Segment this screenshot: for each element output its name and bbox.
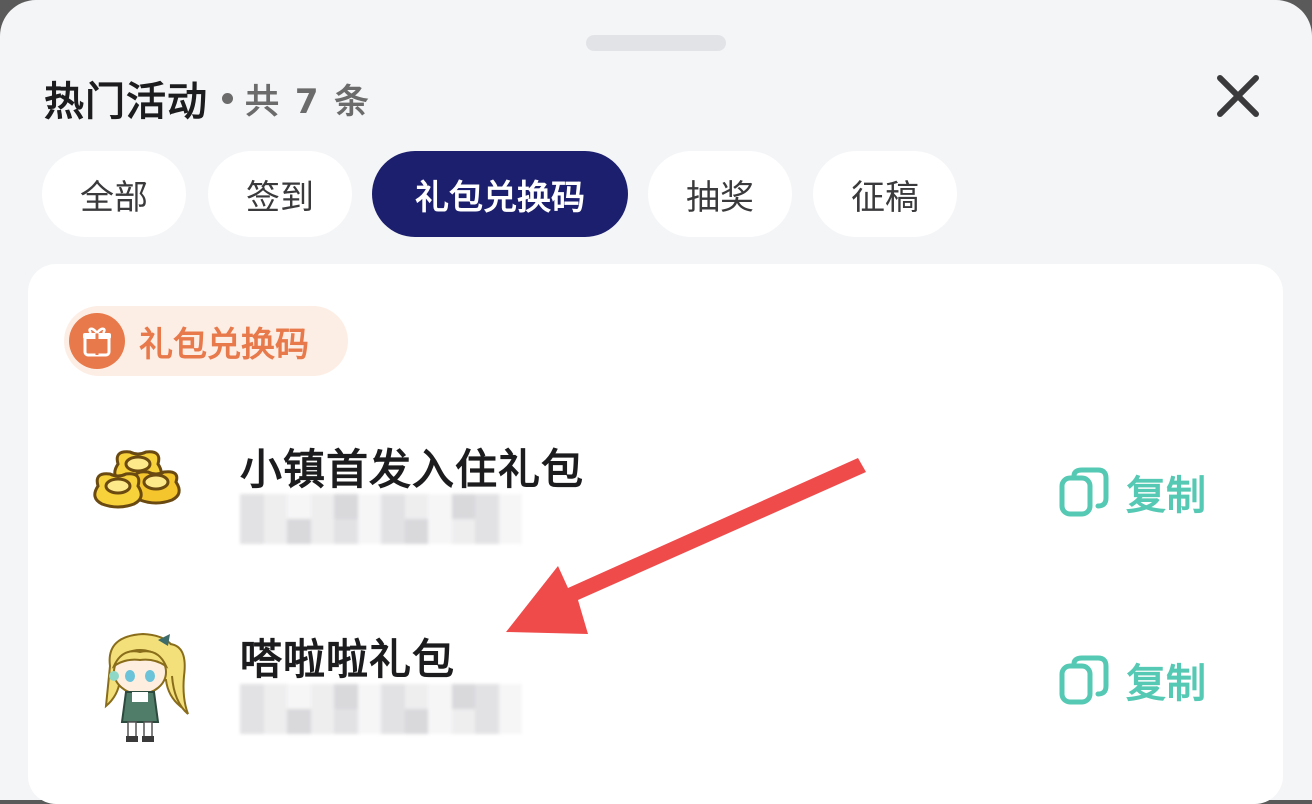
anime-character-icon: [88, 626, 198, 746]
gift-row: 小镇首发入住礼包 复制: [28, 436, 1283, 576]
item-count: 共 7 条: [245, 81, 371, 122]
tab-submissions[interactable]: 征稿: [813, 151, 957, 237]
gold-ingot-icon: [88, 436, 198, 556]
copy-label: 复制: [1126, 473, 1206, 519]
header: 热门活动 共 7 条: [44, 70, 370, 126]
bottom-sheet: 热门活动 共 7 条 全部 签到 礼包兑换码 抽奖 征稿 礼包兑换码 小镇首发入…: [0, 0, 1312, 804]
separator-dot: [222, 92, 233, 104]
gift-name: 小镇首发入住礼包: [240, 445, 585, 494]
gift-icon: [69, 313, 125, 369]
section-badge: 礼包兑换码: [64, 306, 348, 376]
redacted-gift-code: [240, 494, 522, 544]
tab-gift-codes[interactable]: 礼包兑换码: [372, 151, 628, 237]
section-label: 礼包兑换码: [139, 324, 309, 365]
redacted-gift-code: [240, 684, 522, 734]
tab-all[interactable]: 全部: [42, 151, 186, 237]
gift-name: 嗒啦啦礼包: [240, 635, 456, 684]
copy-label: 复制: [1126, 661, 1206, 707]
page-title: 热门活动: [44, 79, 208, 125]
tab-checkin[interactable]: 签到: [208, 151, 352, 237]
drag-handle[interactable]: [586, 35, 726, 51]
copy-icon: [1059, 467, 1109, 517]
gift-row: 嗒啦啦礼包 复制: [28, 626, 1283, 766]
copy-button[interactable]: 复制: [1058, 462, 1206, 522]
copy-button[interactable]: 复制: [1058, 650, 1206, 710]
gift-code-card: 礼包兑换码 小镇首发入住礼包 复制 嗒啦啦礼包 复制: [28, 264, 1283, 804]
tab-lottery[interactable]: 抽奖: [648, 151, 792, 237]
close-icon: [1217, 75, 1259, 117]
copy-icon: [1059, 655, 1109, 705]
close-button[interactable]: [1208, 66, 1268, 126]
